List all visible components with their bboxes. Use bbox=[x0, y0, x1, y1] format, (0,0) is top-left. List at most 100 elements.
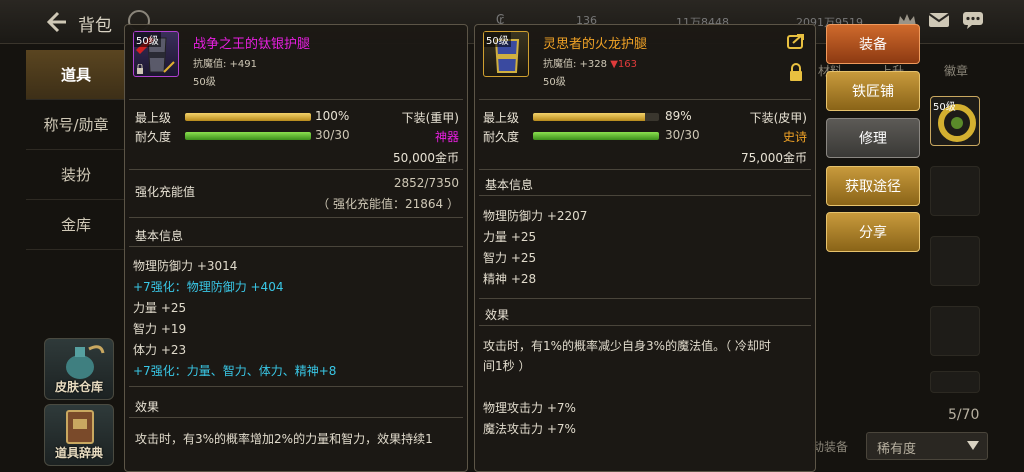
item-b-rarity: 史诗 bbox=[782, 130, 807, 144]
divider bbox=[129, 246, 463, 247]
inventory-slot[interactable] bbox=[930, 306, 980, 356]
divider bbox=[129, 417, 463, 418]
item-b-durability-bar bbox=[533, 132, 659, 140]
auto-equip-button[interactable]: 动装备 bbox=[812, 438, 848, 455]
item-a-effect-header: 效果 bbox=[135, 400, 160, 414]
item-a-effect-text: 攻击时，有3%的概率增加2%的力量和智力，效果持续1 bbox=[135, 432, 433, 446]
item-b-resist-value: 抗魔值: +328 bbox=[543, 59, 608, 70]
lock-icon bbox=[137, 64, 143, 74]
inventory-slot-badge[interactable]: 50级 bbox=[930, 96, 980, 146]
item-b-slot: 下装(皮甲) bbox=[749, 111, 807, 125]
item-b-icon: 50级 bbox=[483, 31, 529, 77]
item-b-resist: 抗魔值: +328 ▼163 bbox=[543, 55, 637, 70]
divider bbox=[129, 169, 463, 170]
item-a-resist: 抗魔值: +491 bbox=[193, 59, 258, 70]
item-b-basic-header: 基本信息 bbox=[485, 178, 534, 192]
chat-icon[interactable] bbox=[962, 11, 984, 29]
item-a-durability-bar bbox=[185, 132, 311, 140]
item-a-durability-label: 耐久度 bbox=[135, 130, 172, 144]
item-b-price: 75,000金币 bbox=[741, 151, 807, 165]
mail-icon[interactable] bbox=[928, 11, 950, 29]
inventory-slot[interactable] bbox=[930, 166, 980, 216]
equip-button[interactable]: 装备 bbox=[826, 24, 920, 64]
item-a-stat: 力量 +25 bbox=[133, 301, 187, 315]
item-b-extra: 魔法攻击力 +7% bbox=[483, 422, 576, 436]
book-icon bbox=[66, 410, 94, 444]
item-b-max-level-pct: 89% bbox=[665, 109, 692, 123]
skin-storage-button[interactable]: 皮肤仓库 bbox=[44, 338, 114, 400]
menu-item-titles[interactable]: 称号/勋章 bbox=[26, 100, 126, 150]
item-b-effect-line: 间1秒 ） bbox=[483, 359, 531, 373]
sort-dropdown-value: 稀有度 bbox=[877, 442, 917, 457]
item-a-durability-fill bbox=[185, 132, 311, 140]
skin-storage-label: 皮肤仓库 bbox=[54, 380, 103, 394]
item-a-rarity: 神器 bbox=[434, 130, 459, 144]
dropdown-arrow-icon bbox=[967, 441, 979, 450]
item-a-level: 50级 bbox=[193, 77, 216, 88]
inventory-slot[interactable] bbox=[930, 371, 980, 393]
divider bbox=[479, 195, 811, 196]
vase-icon bbox=[66, 345, 105, 379]
item-a-max-level-pct: 100% bbox=[315, 109, 350, 123]
blacksmith-button[interactable]: 铁匠铺 bbox=[826, 71, 920, 111]
item-b-max-level-bar bbox=[533, 113, 659, 121]
divider bbox=[479, 99, 811, 100]
item-a-max-level-label: 最上级 bbox=[135, 111, 172, 125]
item-tooltip-equipped: 50级 战争之王的钛银护腿 抗魔值: +491 50级 最上级 100% 下装(… bbox=[124, 24, 468, 472]
back-arrow-icon[interactable] bbox=[44, 10, 68, 34]
item-a-max-level-fill bbox=[185, 113, 311, 121]
menu-item-items[interactable]: 道具 bbox=[26, 50, 126, 100]
item-b-stat: 物理防御力 +2207 bbox=[483, 209, 588, 223]
share-button[interactable]: 分享 bbox=[826, 212, 920, 252]
item-a-level-badge: 50级 bbox=[134, 32, 161, 47]
item-a-basic-header: 基本信息 bbox=[135, 229, 184, 243]
item-a-max-level-bar bbox=[185, 113, 311, 121]
item-b-extra: 物理攻击力 +7% bbox=[483, 401, 576, 415]
item-b-max-level-label: 最上级 bbox=[483, 111, 520, 125]
repair-button[interactable]: 修理 bbox=[826, 118, 920, 158]
item-dictionary-label: 道具辞典 bbox=[54, 446, 103, 460]
inventory-slot[interactable] bbox=[930, 236, 980, 286]
divider bbox=[129, 386, 463, 387]
left-menu: 道具 称号/勋章 装扮 金库 bbox=[26, 50, 126, 250]
item-a-durability-text: 30/30 bbox=[315, 128, 350, 142]
inventory-slot-level: 50级 bbox=[933, 102, 956, 113]
item-b-durability-fill bbox=[533, 132, 659, 140]
item-a-stat: +7强化：力量、智力、体力、精神+8 bbox=[133, 364, 337, 378]
item-a-stat: 智力 +19 bbox=[133, 322, 187, 336]
item-a-enhance-value: 2852/7350 bbox=[393, 176, 459, 190]
divider bbox=[129, 217, 463, 218]
item-b-resist-delta: ▼163 bbox=[610, 59, 637, 70]
menu-item-avatar[interactable]: 装扮 bbox=[26, 150, 126, 200]
item-b-name: 灵思者的火龙护腿 bbox=[543, 37, 648, 52]
divider bbox=[479, 298, 811, 299]
item-b-effect-line: 攻击时，有1%的概率减少自身3%的魔法值。（ 冷却时 bbox=[483, 339, 771, 353]
obtain-route-button[interactable]: 获取途径 bbox=[826, 166, 920, 206]
menu-item-vault[interactable]: 金库 bbox=[26, 200, 126, 250]
divider bbox=[479, 325, 811, 326]
item-b-durability-label: 耐久度 bbox=[483, 130, 520, 144]
item-a-enhance-label: 强化充能值 bbox=[135, 185, 196, 199]
divider bbox=[479, 169, 811, 170]
inventory-count: 5/70 bbox=[948, 407, 980, 423]
page-title: 背包 bbox=[78, 16, 112, 36]
item-a-price: 50,000金币 bbox=[393, 151, 459, 165]
item-b-stat: 智力 +25 bbox=[483, 251, 537, 265]
item-b-level-badge: 50级 bbox=[484, 32, 511, 47]
item-b-stat: 精神 +28 bbox=[483, 272, 537, 286]
divider bbox=[129, 99, 463, 100]
item-b-stat: 力量 +25 bbox=[483, 230, 537, 244]
share-box-icon[interactable] bbox=[787, 33, 805, 49]
item-a-name: 战争之王的钛银护腿 bbox=[193, 37, 311, 52]
sort-dropdown[interactable]: 稀有度 bbox=[866, 432, 988, 460]
inventory-tab-badges[interactable]: 徽章 bbox=[944, 62, 968, 79]
item-a-icon: 50级 bbox=[133, 31, 179, 77]
item-a-stat: +7强化：物理防御力 +404 bbox=[133, 280, 284, 294]
item-a-slot: 下装(重甲) bbox=[401, 111, 459, 125]
item-dictionary-button[interactable]: 道具辞典 bbox=[44, 404, 114, 466]
item-b-effect-header: 效果 bbox=[485, 308, 510, 322]
item-b-level: 50级 bbox=[543, 77, 566, 88]
item-tooltip-compare: 50级 灵思者的火龙护腿 抗魔值: +328 ▼163 50级 最上级 89% … bbox=[474, 24, 816, 472]
item-b-max-level-fill bbox=[533, 113, 646, 121]
lock-icon[interactable] bbox=[789, 63, 803, 81]
